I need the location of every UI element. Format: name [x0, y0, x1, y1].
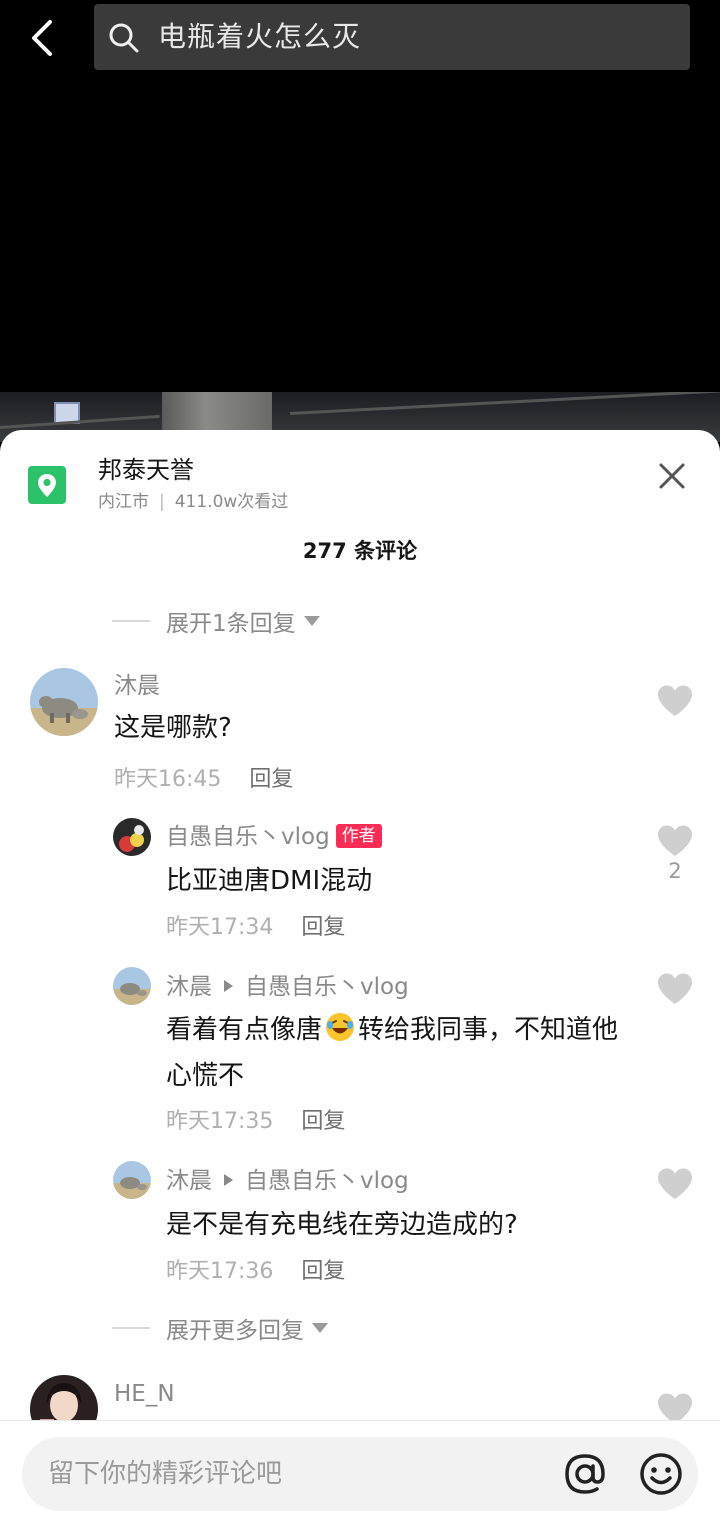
close-button[interactable]	[652, 456, 692, 496]
chevron-down-icon	[303, 616, 320, 626]
reply-button[interactable]: 回复	[249, 767, 293, 792]
avatar[interactable]	[113, 967, 151, 1005]
like-count: 2	[668, 859, 682, 883]
comment-input[interactable]: 留下你的精彩评论吧	[22, 1437, 698, 1511]
reply-meta: 昨天17:34 回复	[166, 913, 345, 943]
search-icon	[109, 23, 139, 53]
comments-sheet: 邦泰天誉 内江市 | 411.0w次看过 277 条评论 展开1条回复 沐晨 这…	[0, 430, 720, 1526]
close-icon	[659, 463, 685, 489]
avatar[interactable]	[30, 668, 98, 736]
back-button[interactable]	[22, 14, 66, 62]
location-pin-icon[interactable]	[28, 466, 66, 504]
comment-count: 277 条评论	[302, 539, 418, 563]
expand-replies-label: 展开1条回复	[166, 611, 296, 637]
reply-username-text[interactable]: 沐晨	[166, 1168, 212, 1194]
emoji-icon[interactable]	[638, 1451, 684, 1497]
avatar[interactable]	[113, 1161, 151, 1199]
comment-username[interactable]: 沐晨	[114, 670, 160, 702]
reply-username: 沐晨 自愚自乐丶vlog	[166, 1165, 409, 1197]
comment-meta: 昨天16:45 回复	[114, 765, 293, 795]
reply-target-username[interactable]: 自愚自乐丶vlog	[245, 974, 409, 1000]
reply-time: 昨天17:35	[166, 1109, 274, 1134]
reply-text-part: 看着有点像唐	[166, 1015, 323, 1045]
reply-text: 看着有点像唐 转给我同事，不知道他心慌不	[166, 1007, 636, 1099]
comment-input-bar: 留下你的精彩评论吧	[0, 1420, 720, 1526]
reply-username-text[interactable]: 自愚自乐丶vlog	[166, 824, 330, 850]
reply-username: 自愚自乐丶vlog 作者	[166, 821, 382, 853]
avatar[interactable]	[113, 818, 151, 856]
expand-more-label: 展开更多回复	[166, 1318, 304, 1344]
location-city: 内江市	[98, 492, 149, 512]
video-beam	[289, 392, 720, 415]
chevron-down-icon	[312, 1323, 328, 1333]
laughing-emoji-icon	[326, 1013, 355, 1041]
back-arrow-icon	[32, 20, 52, 56]
reply-target-username[interactable]: 自愚自乐丶vlog	[245, 1168, 409, 1194]
reply-button[interactable]: 回复	[301, 915, 345, 940]
reply-username: 沐晨 自愚自乐丶vlog	[166, 971, 409, 1003]
reply-username-text[interactable]: 沐晨	[166, 974, 212, 1000]
reply-button[interactable]: 回复	[301, 1259, 345, 1284]
separator: |	[159, 492, 165, 512]
comment-text: 这是哪款?	[114, 713, 232, 743]
reply-button[interactable]: 回复	[301, 1109, 345, 1134]
reply-time: 昨天17:34	[166, 915, 274, 940]
at-icon[interactable]	[562, 1451, 608, 1497]
divider-line	[112, 1327, 150, 1329]
author-badge: 作者	[335, 824, 382, 848]
reply-meta: 昨天17:35 回复	[166, 1107, 345, 1137]
heart-icon[interactable]	[656, 684, 694, 718]
search-box[interactable]: 电瓶着火怎么灭	[94, 4, 690, 70]
divider-line	[112, 620, 150, 622]
reply-meta: 昨天17:36 回复	[166, 1257, 345, 1287]
heart-icon[interactable]	[656, 824, 694, 858]
search-query: 电瓶着火怎么灭	[158, 20, 362, 53]
comment-input-placeholder: 留下你的精彩评论吧	[48, 1459, 283, 1489]
location-views: 411.0w次看过	[174, 492, 289, 512]
heart-icon[interactable]	[656, 1167, 694, 1201]
expand-more-replies-button[interactable]: 展开更多回复	[112, 1311, 328, 1345]
reply-text: 比亚迪唐DMI混动	[166, 866, 373, 896]
expand-replies-button[interactable]: 展开1条回复	[112, 604, 320, 638]
play-arrow-icon	[224, 980, 233, 992]
comment-username[interactable]: HE_N	[114, 1378, 175, 1410]
top-bar: 电瓶着火怎么灭	[0, 0, 720, 80]
location-subtitle: 内江市 | 411.0w次看过	[98, 490, 288, 514]
comment-time: 昨天16:45	[114, 767, 222, 792]
reply-time: 昨天17:36	[166, 1259, 274, 1284]
location-name[interactable]: 邦泰天誉	[98, 454, 194, 486]
play-arrow-icon	[224, 1174, 233, 1186]
heart-icon[interactable]	[656, 972, 694, 1006]
page: 电瓶着火怎么灭 邦泰天誉 内江市 | 411.0w次看过 277 条评论 展开1…	[0, 0, 720, 1526]
reply-text: 是不是有充电线在旁边造成的?	[166, 1210, 518, 1240]
